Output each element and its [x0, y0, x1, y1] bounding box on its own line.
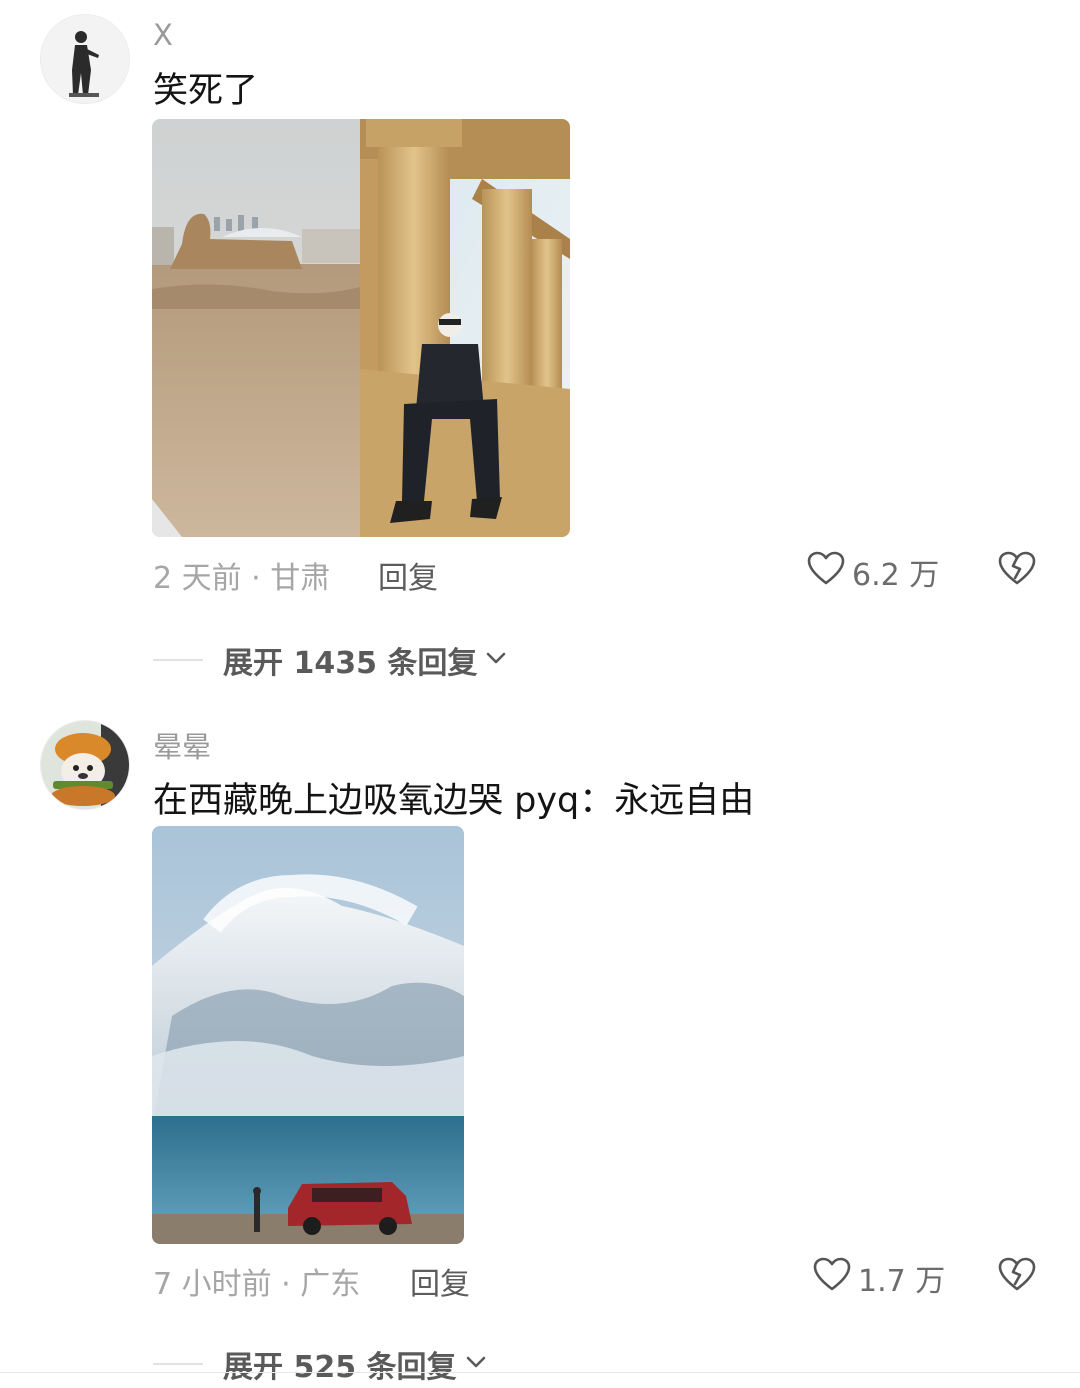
- avatar[interactable]: [40, 720, 130, 810]
- expand-replies-label: 展开 525 条回复: [223, 1350, 457, 1385]
- chevron-down-icon: [457, 1349, 489, 1379]
- dislike-button[interactable]: [997, 1256, 1037, 1296]
- username[interactable]: 晕晕: [153, 724, 211, 766]
- expand-replies[interactable]: 展开 525 条回复: [153, 1342, 489, 1386]
- comment-image[interactable]: [152, 826, 464, 1244]
- reply-button[interactable]: 回复: [410, 1259, 470, 1303]
- like-count: 1.7 万: [858, 1264, 946, 1299]
- divider-line: [153, 1363, 203, 1365]
- bottom-divider: [0, 1372, 1080, 1373]
- comment-time-location: 7 小时前 · 广东: [153, 1267, 361, 1302]
- heart-outline-icon: [812, 1256, 852, 1300]
- broken-heart-icon: [997, 1257, 1037, 1296]
- like-button[interactable]: 1.7 万: [812, 1256, 945, 1300]
- avatar-plush-image: [41, 721, 129, 809]
- comment-item: 晕晕 在西藏晚上边吸氧边哭 pyq：永远自由 7 小时前 · 广东 回复 1.7…: [0, 0, 1080, 1388]
- comment-text: 在西藏晚上边吸氧边哭 pyq：永远自由: [153, 781, 755, 821]
